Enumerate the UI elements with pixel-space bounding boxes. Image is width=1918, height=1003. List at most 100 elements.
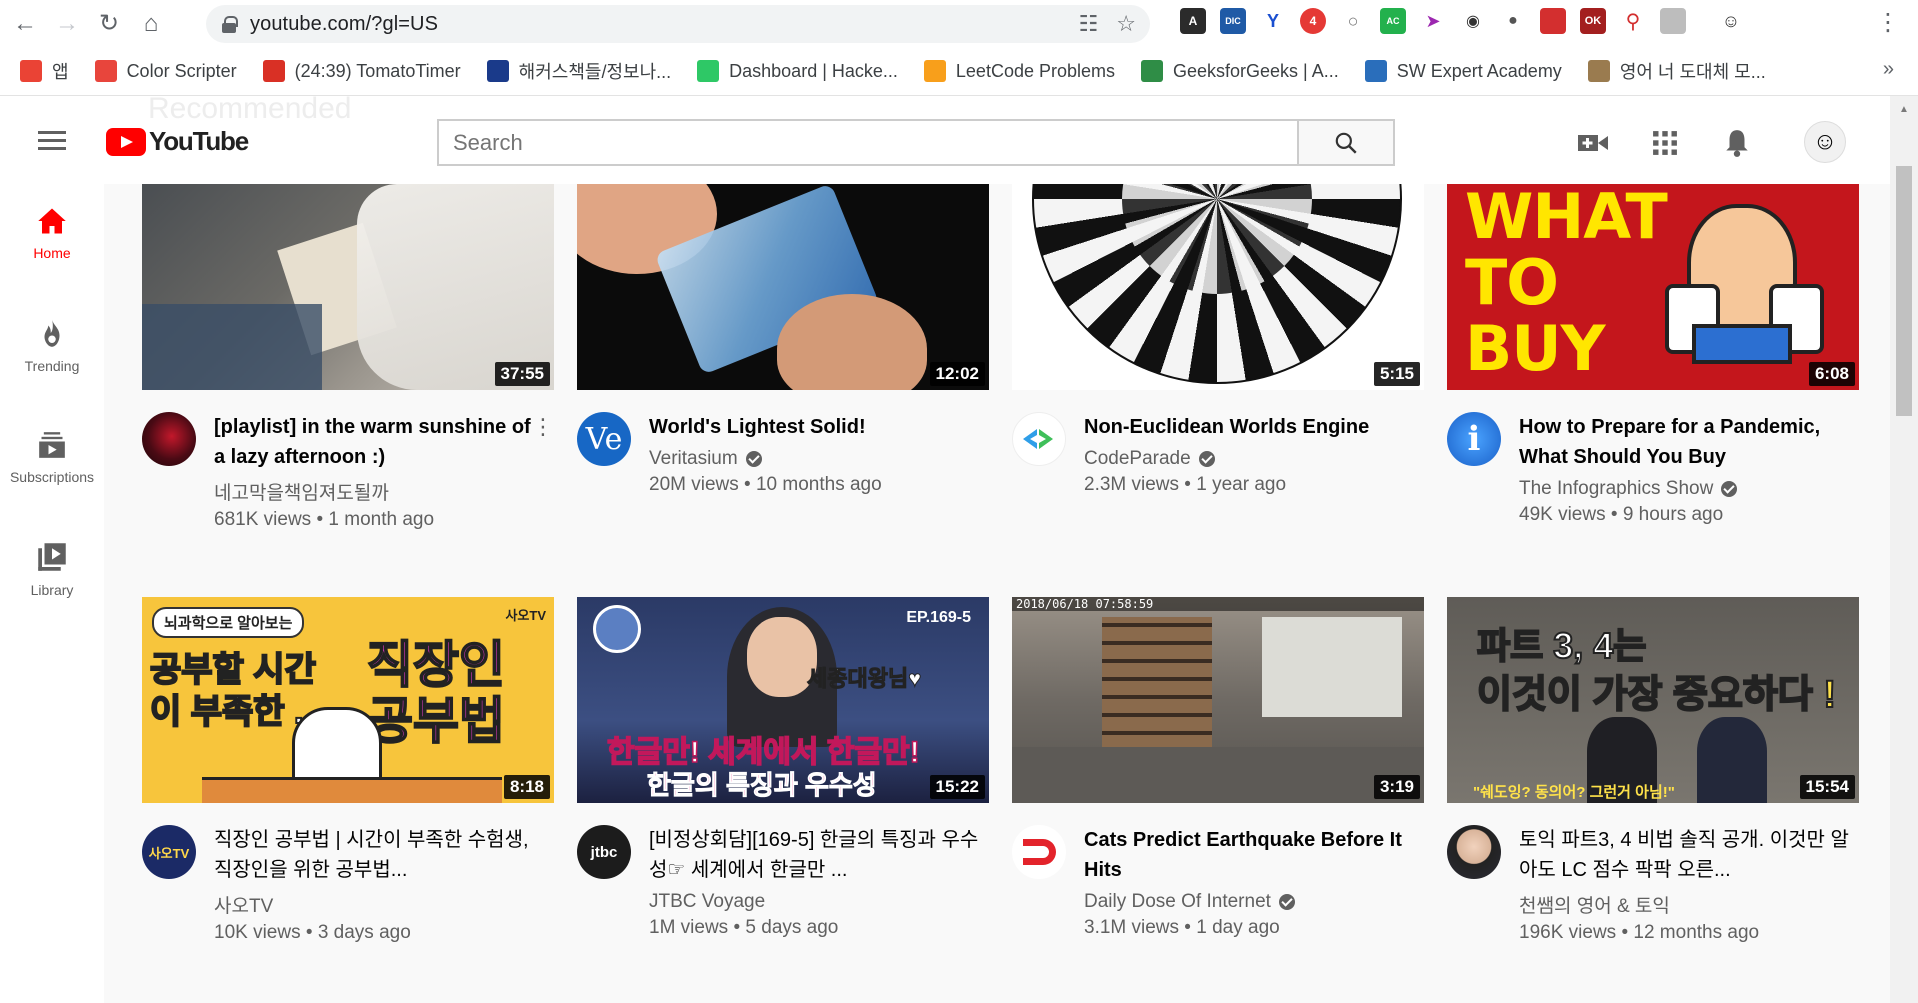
channel-avatar[interactable]	[1012, 825, 1066, 879]
video-title[interactable]: Cats Predict Earthquake Before It Hits	[1084, 825, 1414, 885]
video-card[interactable]: 파트 3, 4는 이것이 가장 중요하다 ! "쉐도잉? 동의어? 그런거 아님…	[1447, 597, 1859, 944]
search-button[interactable]	[1299, 119, 1395, 166]
more-options-icon[interactable]: ⋮	[532, 416, 554, 438]
sidebar-item-subscriptions[interactable]: Subscriptions	[0, 408, 104, 508]
video-thumbnail[interactable]: EP.169-5 세종대왕님♥ 한글만! 세계에서 한글만! 한글의 특징과 우…	[577, 597, 989, 803]
extension-badge-icon[interactable]: 4	[1300, 8, 1326, 34]
channel-name[interactable]: 네고막을책임져도될까	[214, 478, 389, 505]
video-title[interactable]: [비정상회담][169-5] 한글의 특징과 우수성☞ 세계에서 한글만 ...	[649, 825, 979, 885]
header-divider	[104, 183, 1890, 184]
upload-age: 5 days ago	[745, 917, 839, 938]
extension-book-icon[interactable]	[1540, 8, 1566, 34]
video-title[interactable]: World's Lightest Solid!	[649, 412, 979, 442]
video-card[interactable]: EP.169-5 세종대왕님♥ 한글만! 세계에서 한글만! 한글의 특징과 우…	[577, 597, 989, 939]
video-title[interactable]: How to Prepare for a Pandemic, What Shou…	[1519, 412, 1849, 472]
bookmark-item[interactable]: 영어 너 도대체 모...	[1587, 58, 1776, 84]
extension-mouse-icon[interactable]: ○	[1340, 8, 1366, 34]
extension-ok-icon[interactable]: OK	[1580, 8, 1606, 34]
video-title[interactable]: 토익 파트3, 4 비법 솔직 공개. 이것만 알아도 LC 점수 팍팍 오른.…	[1519, 825, 1849, 885]
bookmark-item[interactable]: SW Expert Academy	[1364, 60, 1572, 82]
scrollbar-thumb[interactable]	[1896, 166, 1912, 416]
video-title[interactable]: Non-Euclidean Worlds Engine	[1084, 412, 1414, 442]
video-grid: 37:55 [playlist] in the warm sunshine of…	[104, 184, 1890, 1003]
extension-pointer-icon[interactable]: ➤	[1420, 8, 1446, 34]
channel-name[interactable]: JTBC Voyage	[649, 891, 765, 913]
video-thumbnail[interactable]: 뇌과학으로 알아보는 사오TV 공부할 시간이 부족한 ... 직장인 공부법 …	[142, 597, 554, 803]
search-field[interactable]	[437, 119, 1299, 166]
section-heading: Recommended	[148, 92, 352, 125]
channel-avatar[interactable]: i	[1447, 412, 1501, 466]
channel-name[interactable]: 천쌤의 영어 & 토익	[1519, 891, 1670, 918]
sidebar-item-library[interactable]: Library	[0, 520, 104, 620]
channel-avatar[interactable]: Ve	[577, 412, 631, 466]
bookmark-item[interactable]: LeetCode Problems	[923, 60, 1125, 82]
home-browser-icon[interactable]: ⌂	[134, 7, 168, 41]
channel-name[interactable]: Veritasium	[649, 448, 738, 470]
extension-dictionary-icon[interactable]: DIC	[1220, 8, 1246, 34]
scroll-up-arrow-icon[interactable]: ▲	[1899, 104, 1909, 115]
channel-avatar[interactable]: jtbc	[577, 825, 631, 879]
view-count: 2.3M views	[1084, 474, 1180, 495]
video-thumbnail[interactable]: 2018/06/18 07:58:59 3:19	[1012, 597, 1424, 803]
back-arrow-icon[interactable]: ←	[8, 7, 42, 41]
address-bar[interactable]: youtube.com/?gl=US ☷ ☆	[206, 5, 1150, 43]
apps-grid-icon[interactable]	[1648, 126, 1682, 160]
channel-avatar[interactable]	[142, 412, 196, 466]
bookmark-item[interactable]: Color Scripter	[94, 60, 247, 82]
bookmark-item[interactable]: 해커스책들/정보나...	[486, 58, 681, 84]
video-card[interactable]: 5:15 Non-Euclidean Worlds Engine CodePar…	[1012, 184, 1424, 496]
extension-chat-icon[interactable]: ●	[1500, 8, 1526, 34]
translate-icon[interactable]: ☷	[1079, 11, 1099, 37]
create-video-icon[interactable]	[1576, 126, 1610, 160]
sidebar-item-home[interactable]: Home	[0, 184, 104, 284]
bookmark-star-icon[interactable]: ☆	[1116, 11, 1136, 37]
forward-arrow-icon[interactable]: →	[50, 7, 84, 41]
video-card[interactable]: 뇌과학으로 알아보는 사오TV 공부할 시간이 부족한 ... 직장인 공부법 …	[142, 597, 554, 944]
video-title[interactable]: 직장인 공부법 | 시간이 부족한 수험생, 직장인을 위한 공부법...	[214, 825, 544, 885]
reload-icon[interactable]: ↻	[92, 7, 126, 41]
channel-name[interactable]: 사오TV	[214, 891, 273, 918]
guide-menu-icon[interactable]	[38, 131, 66, 151]
user-avatar[interactable]: ☺	[1804, 121, 1846, 163]
tomato-icon	[262, 60, 285, 82]
extension-a-icon[interactable]: A	[1180, 8, 1206, 34]
page-scrollbar[interactable]: ▲	[1890, 96, 1918, 1003]
search-input[interactable]	[439, 129, 1297, 156]
video-thumbnail[interactable]: WHAT TO BUY 6:08	[1447, 184, 1859, 390]
extension-y-icon[interactable]: Y	[1260, 8, 1286, 34]
view-count: 20M views	[649, 474, 739, 495]
duration-badge: 12:02	[929, 362, 985, 386]
video-card[interactable]: 37:55 [playlist] in the warm sunshine of…	[142, 184, 554, 531]
duration-badge: 5:15	[1373, 362, 1420, 386]
video-card[interactable]: 12:02 Ve World's Lightest Solid! Veritas…	[577, 184, 989, 496]
channel-name[interactable]: CodeParade	[1084, 448, 1191, 470]
home-icon	[38, 208, 66, 234]
youtube-logo[interactable]: YouTube	[106, 126, 249, 157]
bookmarks-overflow-icon[interactable]: »	[1883, 58, 1894, 81]
channel-avatar[interactable]	[1012, 412, 1066, 466]
channel-avatar[interactable]: 사오TV	[142, 825, 196, 879]
sidebar-item-trending[interactable]: Trending	[0, 296, 104, 396]
channel-name[interactable]: The Infographics Show	[1519, 478, 1713, 500]
bookmark-item[interactable]: 앱	[20, 58, 79, 84]
extension-ac-icon[interactable]: AC	[1380, 8, 1406, 34]
video-thumbnail[interactable]: 파트 3, 4는 이것이 가장 중요하다 ! "쉐도잉? 동의어? 그런거 아님…	[1447, 597, 1859, 803]
video-card[interactable]: 2018/06/18 07:58:59 3:19 Cats Predict Ea…	[1012, 597, 1424, 939]
video-thumbnail[interactable]: 12:02	[577, 184, 989, 390]
video-thumbnail[interactable]: 37:55	[142, 184, 554, 390]
browser-menu-icon[interactable]: ⋮	[1876, 8, 1900, 37]
browser-profile-avatar[interactable]: ☺	[1718, 8, 1744, 34]
extension-profile-icon[interactable]	[1660, 8, 1686, 34]
bookmark-item[interactable]: Dashboard | Hacke...	[697, 60, 908, 82]
bookmark-item[interactable]: GeeksforGeeks | A...	[1141, 60, 1349, 82]
bookmark-item[interactable]: (24:39) TomatoTimer	[262, 60, 471, 82]
channel-name[interactable]: Daily Dose Of Internet	[1084, 891, 1271, 913]
video-title[interactable]: [playlist] in the warm sunshine of a laz…	[214, 412, 544, 472]
video-thumbnail[interactable]: 5:15	[1012, 184, 1424, 390]
duration-badge: 15:22	[929, 775, 985, 799]
video-card[interactable]: WHAT TO BUY 6:08 i How to Prepare for a …	[1447, 184, 1859, 526]
channel-avatar[interactable]	[1447, 825, 1501, 879]
notifications-bell-icon[interactable]	[1720, 126, 1754, 160]
extension-glasses-icon[interactable]: ◉	[1460, 8, 1486, 34]
extension-map-pin-icon[interactable]: ⚲	[1620, 8, 1646, 34]
